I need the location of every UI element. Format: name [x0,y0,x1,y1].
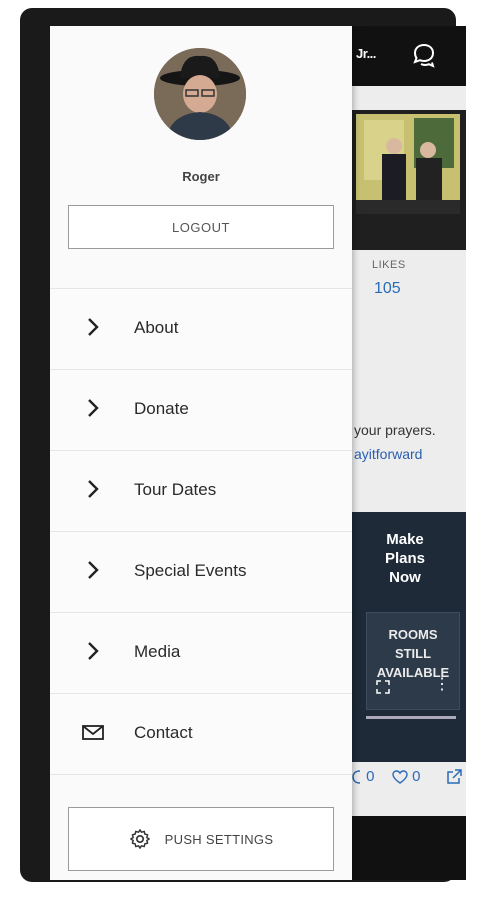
post-actions: 0 0 [350,762,466,794]
menu-item-contact[interactable]: Contact [50,693,352,775]
push-settings-label: PUSH SETTINGS [164,831,274,847]
menu-item-about[interactable]: About [50,288,352,369]
chevron-right-icon [88,399,99,417]
share-action[interactable] [446,768,462,785]
comment-icon [352,770,361,784]
likes-count[interactable]: 105 [374,280,401,298]
chevron-right-icon [88,318,99,336]
logout-button[interactable]: LOGOUT [68,205,334,249]
comment-action[interactable]: 0 [352,768,375,785]
video-progress-bar[interactable] [366,716,456,719]
gear-icon [129,829,150,849]
menu-item-media[interactable]: Media [50,612,352,693]
menu-item-label: Donate [134,399,189,418]
post-hashtag-link[interactable]: ayitforward [354,446,422,462]
screen: Jr... LIKES 105 your prayers. ayitforwar… [50,26,466,880]
chat-icon[interactable] [410,40,440,70]
hearts-count: 0 [412,768,421,785]
envelope-icon [82,725,104,740]
likes-label: LIKES [372,259,406,271]
menu-item-label: Contact [134,723,193,742]
fullscreen-icon[interactable] [376,680,390,694]
push-settings-button[interactable]: PUSH SETTINGS [68,807,334,871]
heart-icon [392,770,408,784]
menu-item-donate[interactable]: Donate [50,369,352,450]
username: Roger [182,169,220,184]
menu-item-label: Special Events [134,561,247,580]
drawer-menu: About Donate Tour Dates Special Events M… [50,288,352,775]
photo-content [356,114,460,214]
menu-item-label: About [134,318,179,337]
menu-item-label: Media [134,642,181,661]
comments-count: 0 [366,768,375,785]
promo-title: Make Plans Now [384,531,426,586]
menu-item-special-events[interactable]: Special Events [50,531,352,612]
post-photo[interactable] [350,110,466,250]
menu-item-tour-dates[interactable]: Tour Dates [50,450,352,531]
chevron-right-icon [88,480,99,498]
device-frame: Jr... LIKES 105 your prayers. ayitforwar… [20,8,466,882]
external-link-icon [447,769,462,784]
avatar[interactable] [154,48,246,140]
promo-subtitle: ROOMS STILL AVAILABLE [376,627,450,680]
like-action[interactable]: 0 [392,768,421,785]
post-text: your prayers. [354,422,436,438]
chevron-right-icon [88,642,99,660]
header-title: Jr... [356,46,376,61]
promo-card: ROOMS STILL AVAILABLE [366,612,460,710]
menu-item-label: Tour Dates [134,480,217,499]
more-options-icon[interactable]: ⋮ [434,677,450,693]
navigation-drawer: Roger LOGOUT About Donate Tour Dates Spe… [50,26,352,880]
promo-video[interactable]: Make Plans Now ROOMS STILL AVAILABLE ⋮ [350,512,466,772]
chevron-right-icon [88,561,99,579]
